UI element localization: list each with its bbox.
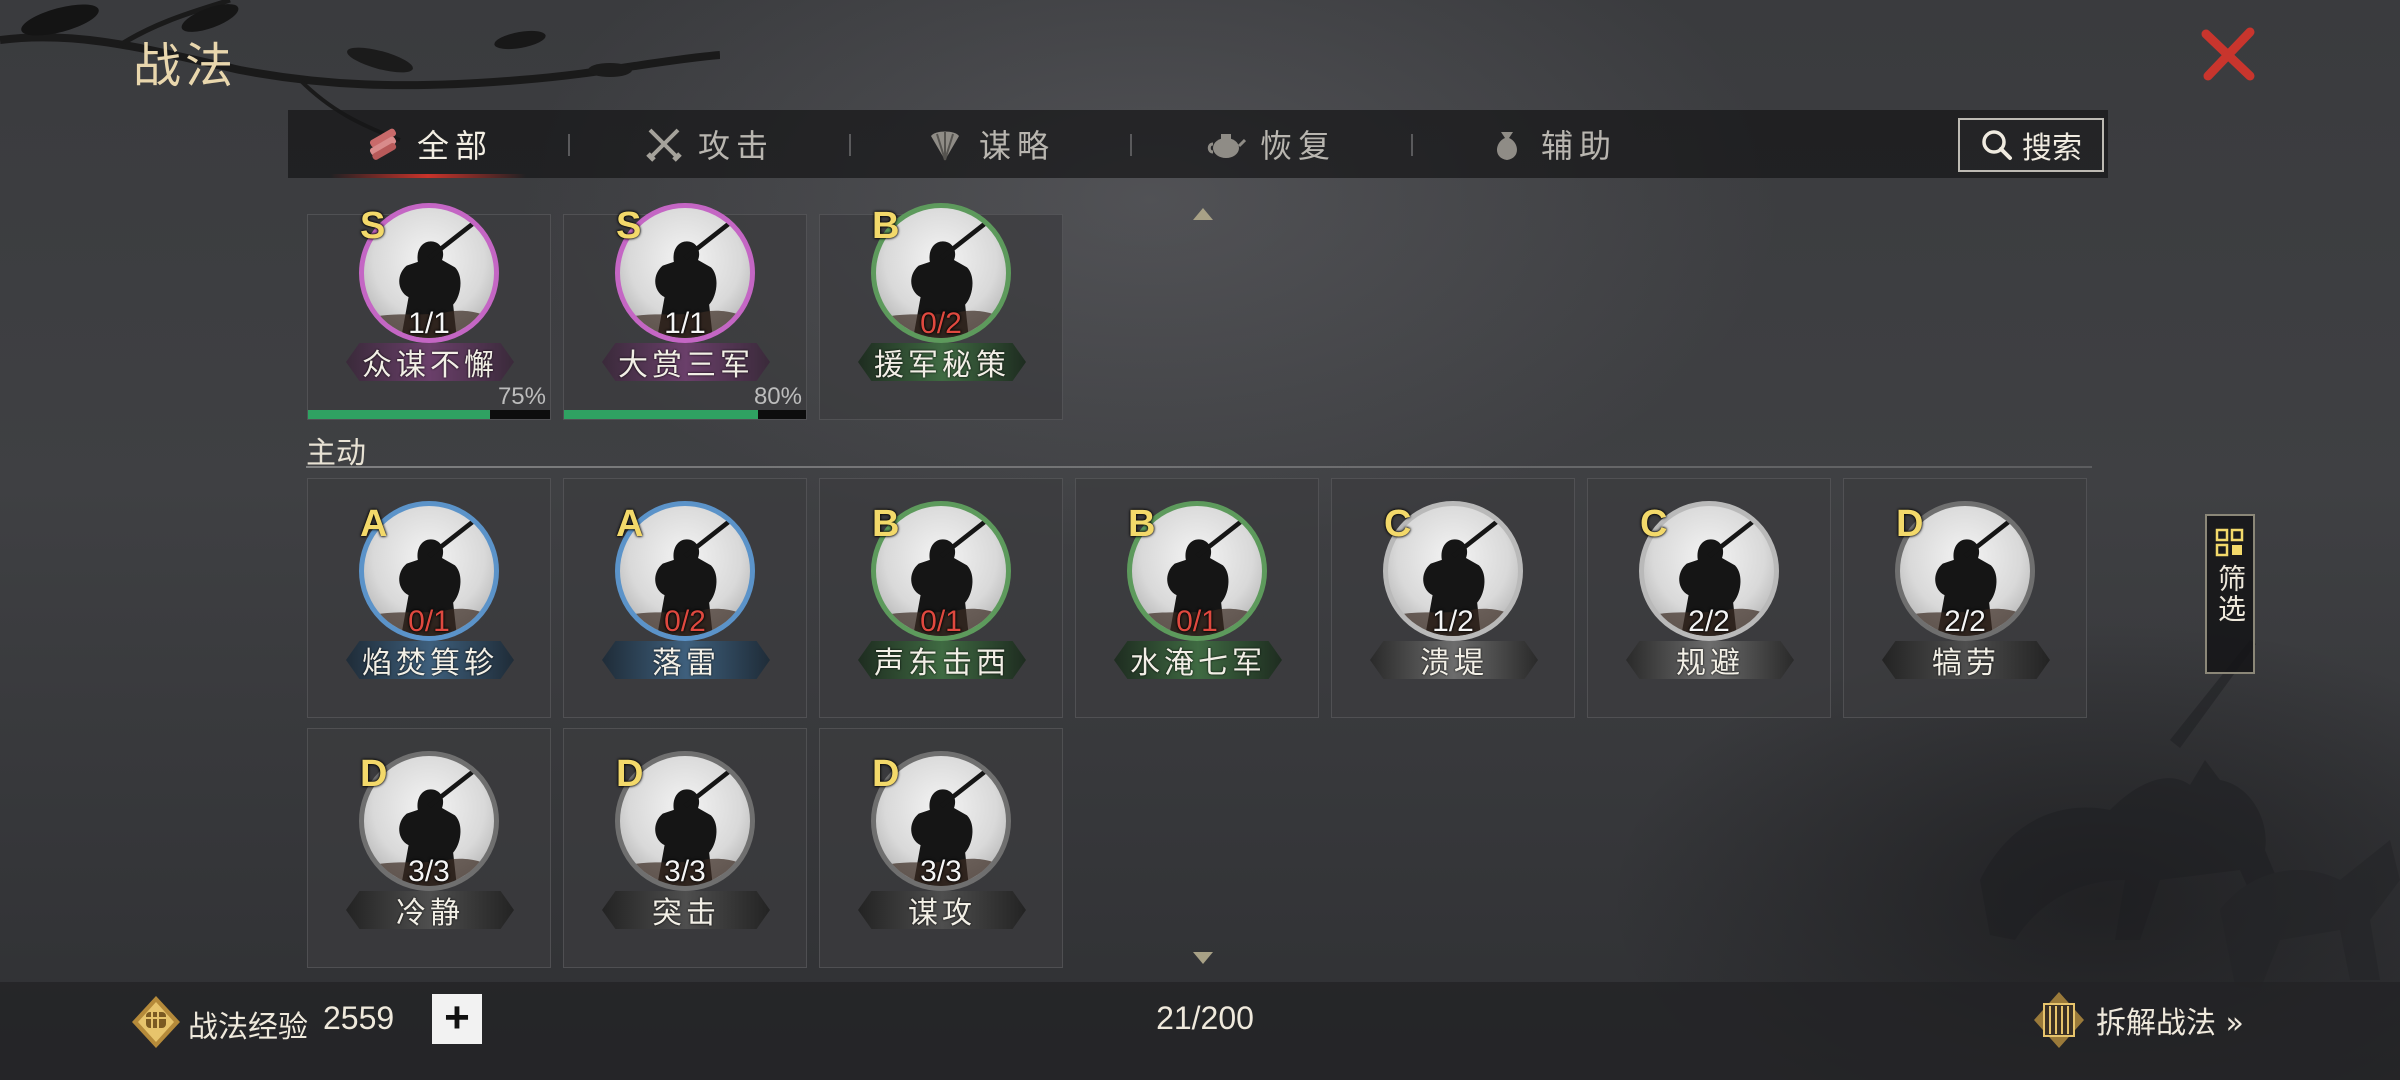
grade-badge: B xyxy=(872,503,900,545)
progress-percent: 80% xyxy=(753,383,802,410)
section-divider xyxy=(306,466,2092,468)
progress-fill xyxy=(308,410,490,419)
skill-exp-value: 2559 xyxy=(323,1000,395,1036)
skill-name: 水淹七军 xyxy=(1114,641,1282,679)
grid-icon xyxy=(2215,528,2244,557)
tab-bar: 全部 攻击 谋略 恢复 辅助 xyxy=(288,110,2108,178)
grade-badge: D xyxy=(1896,503,1924,545)
grade-badge: D xyxy=(360,753,388,795)
tab-attack[interactable]: 攻击 xyxy=(569,110,849,178)
skill-card[interactable]: A 0/1 焰焚箕轸 xyxy=(307,478,551,718)
skill-count: 3/3 xyxy=(920,855,962,888)
grade-badge: A xyxy=(360,503,388,545)
skill-name: 突击 xyxy=(602,891,770,929)
skill-name: 援军秘策 xyxy=(858,343,1026,381)
crossed-swords-icon xyxy=(646,128,682,162)
progress-bar xyxy=(308,410,550,419)
skill-name: 规避 xyxy=(1626,641,1794,679)
skill-card[interactable]: D 3/3 冷静 xyxy=(307,728,551,968)
grade-badge: S xyxy=(360,205,386,247)
skill-name: 焰焚箕轸 xyxy=(346,641,514,679)
tab-support[interactable]: 辅助 xyxy=(1412,110,1692,178)
tab-label: 谋略 xyxy=(978,127,1055,165)
skill-exp-fist-icon xyxy=(132,996,180,1048)
skill-exp-label: 战法经验 xyxy=(188,1010,308,1045)
tab-strategy[interactable]: 谋略 xyxy=(850,110,1130,178)
tab-label: 全部 xyxy=(416,127,493,165)
skill-count: 3/3 xyxy=(664,855,706,888)
search-button[interactable]: 搜索 xyxy=(1958,118,2104,172)
skill-name: 冷静 xyxy=(346,891,514,929)
grade-badge: C xyxy=(1640,503,1668,545)
scroll-down-arrow-icon[interactable] xyxy=(1193,952,1213,964)
search-icon xyxy=(1982,130,2012,160)
skill-count: 1/2 xyxy=(1432,605,1474,638)
skill-card[interactable]: S 1/1 大赏三军 80% xyxy=(563,203,807,420)
tab-all[interactable]: 全部 xyxy=(288,110,568,178)
skill-name: 声东击西 xyxy=(858,641,1026,679)
grade-badge: D xyxy=(616,753,644,795)
filter-button[interactable]: 筛选 xyxy=(2205,514,2255,674)
grade-badge: D xyxy=(872,753,900,795)
tab-label: 辅助 xyxy=(1540,127,1617,165)
skill-name: 谋攻 xyxy=(858,891,1026,929)
scroll-up-arrow-icon[interactable] xyxy=(1193,208,1213,220)
skill-card[interactable]: B 0/2 援军秘策 xyxy=(819,203,1063,420)
tab-recovery[interactable]: 恢复 xyxy=(1131,110,1411,178)
close-icon[interactable] xyxy=(2198,24,2260,86)
teapot-icon xyxy=(1207,134,1246,158)
skill-count: 0/1 xyxy=(408,605,450,638)
skill-count: 2/2 xyxy=(1688,605,1730,638)
grade-badge: B xyxy=(872,205,900,247)
grade-badge: C xyxy=(1384,503,1412,545)
page-title: 战法 xyxy=(133,38,238,94)
add-exp-button[interactable]: + xyxy=(432,994,482,1044)
skill-name: 众谋不懈 xyxy=(346,343,514,381)
skill-count: 1/1 xyxy=(408,307,450,340)
disassemble-skill-button[interactable]: 拆解战法 » xyxy=(2032,990,2244,1050)
skill-card[interactable]: D 3/3 突击 xyxy=(563,728,807,968)
skill-card[interactable]: D 3/3 谋攻 xyxy=(819,728,1063,968)
skill-card[interactable]: B 0/1 水淹七军 xyxy=(1075,478,1319,718)
pouch-icon xyxy=(1496,132,1517,160)
skill-card[interactable]: C 2/2 规避 xyxy=(1587,478,1831,718)
skill-card[interactable]: S 1/1 众谋不懈 75% xyxy=(307,203,551,420)
search-label: 搜索 xyxy=(2022,131,2082,166)
tab-label: 攻击 xyxy=(697,127,774,165)
progress-percent: 75% xyxy=(497,383,546,410)
skill-card[interactable]: A 0/2 落雷 xyxy=(563,478,807,718)
skill-name: 大赏三军 xyxy=(602,343,770,381)
skill-count: 3/3 xyxy=(408,855,450,888)
grade-badge: A xyxy=(616,503,644,545)
scroll-bundle-icon xyxy=(369,128,397,160)
skill-count: 0/2 xyxy=(664,605,706,638)
progress-fill xyxy=(564,410,758,419)
tab-label: 恢复 xyxy=(1259,127,1336,165)
feather-fan-icon xyxy=(930,131,959,161)
skill-name: 落雷 xyxy=(602,641,770,679)
skill-card[interactable]: C 1/2 溃堤 xyxy=(1331,478,1575,718)
grade-badge: B xyxy=(1128,503,1156,545)
skill-card[interactable]: D 2/2 犒劳 xyxy=(1843,478,2087,718)
skill-count: 0/2 xyxy=(920,307,962,340)
skill-capacity-count: 21/200 xyxy=(1156,1000,1254,1036)
skill-card[interactable]: B 0/1 声东击西 xyxy=(819,478,1063,718)
disassemble-label: 拆解战法 » xyxy=(2096,1006,2244,1041)
skill-count: 0/1 xyxy=(920,605,962,638)
progress-bar xyxy=(564,410,806,419)
grade-badge: S xyxy=(616,205,642,247)
skill-count: 2/2 xyxy=(1944,605,1986,638)
skill-count: 0/1 xyxy=(1176,605,1218,638)
filter-label: 筛选 xyxy=(2214,564,2247,624)
skill-name: 溃堤 xyxy=(1370,641,1538,679)
skill-name: 犒劳 xyxy=(1882,641,2050,679)
disassemble-icon xyxy=(2034,992,2084,1048)
skill-count: 1/1 xyxy=(664,307,706,340)
